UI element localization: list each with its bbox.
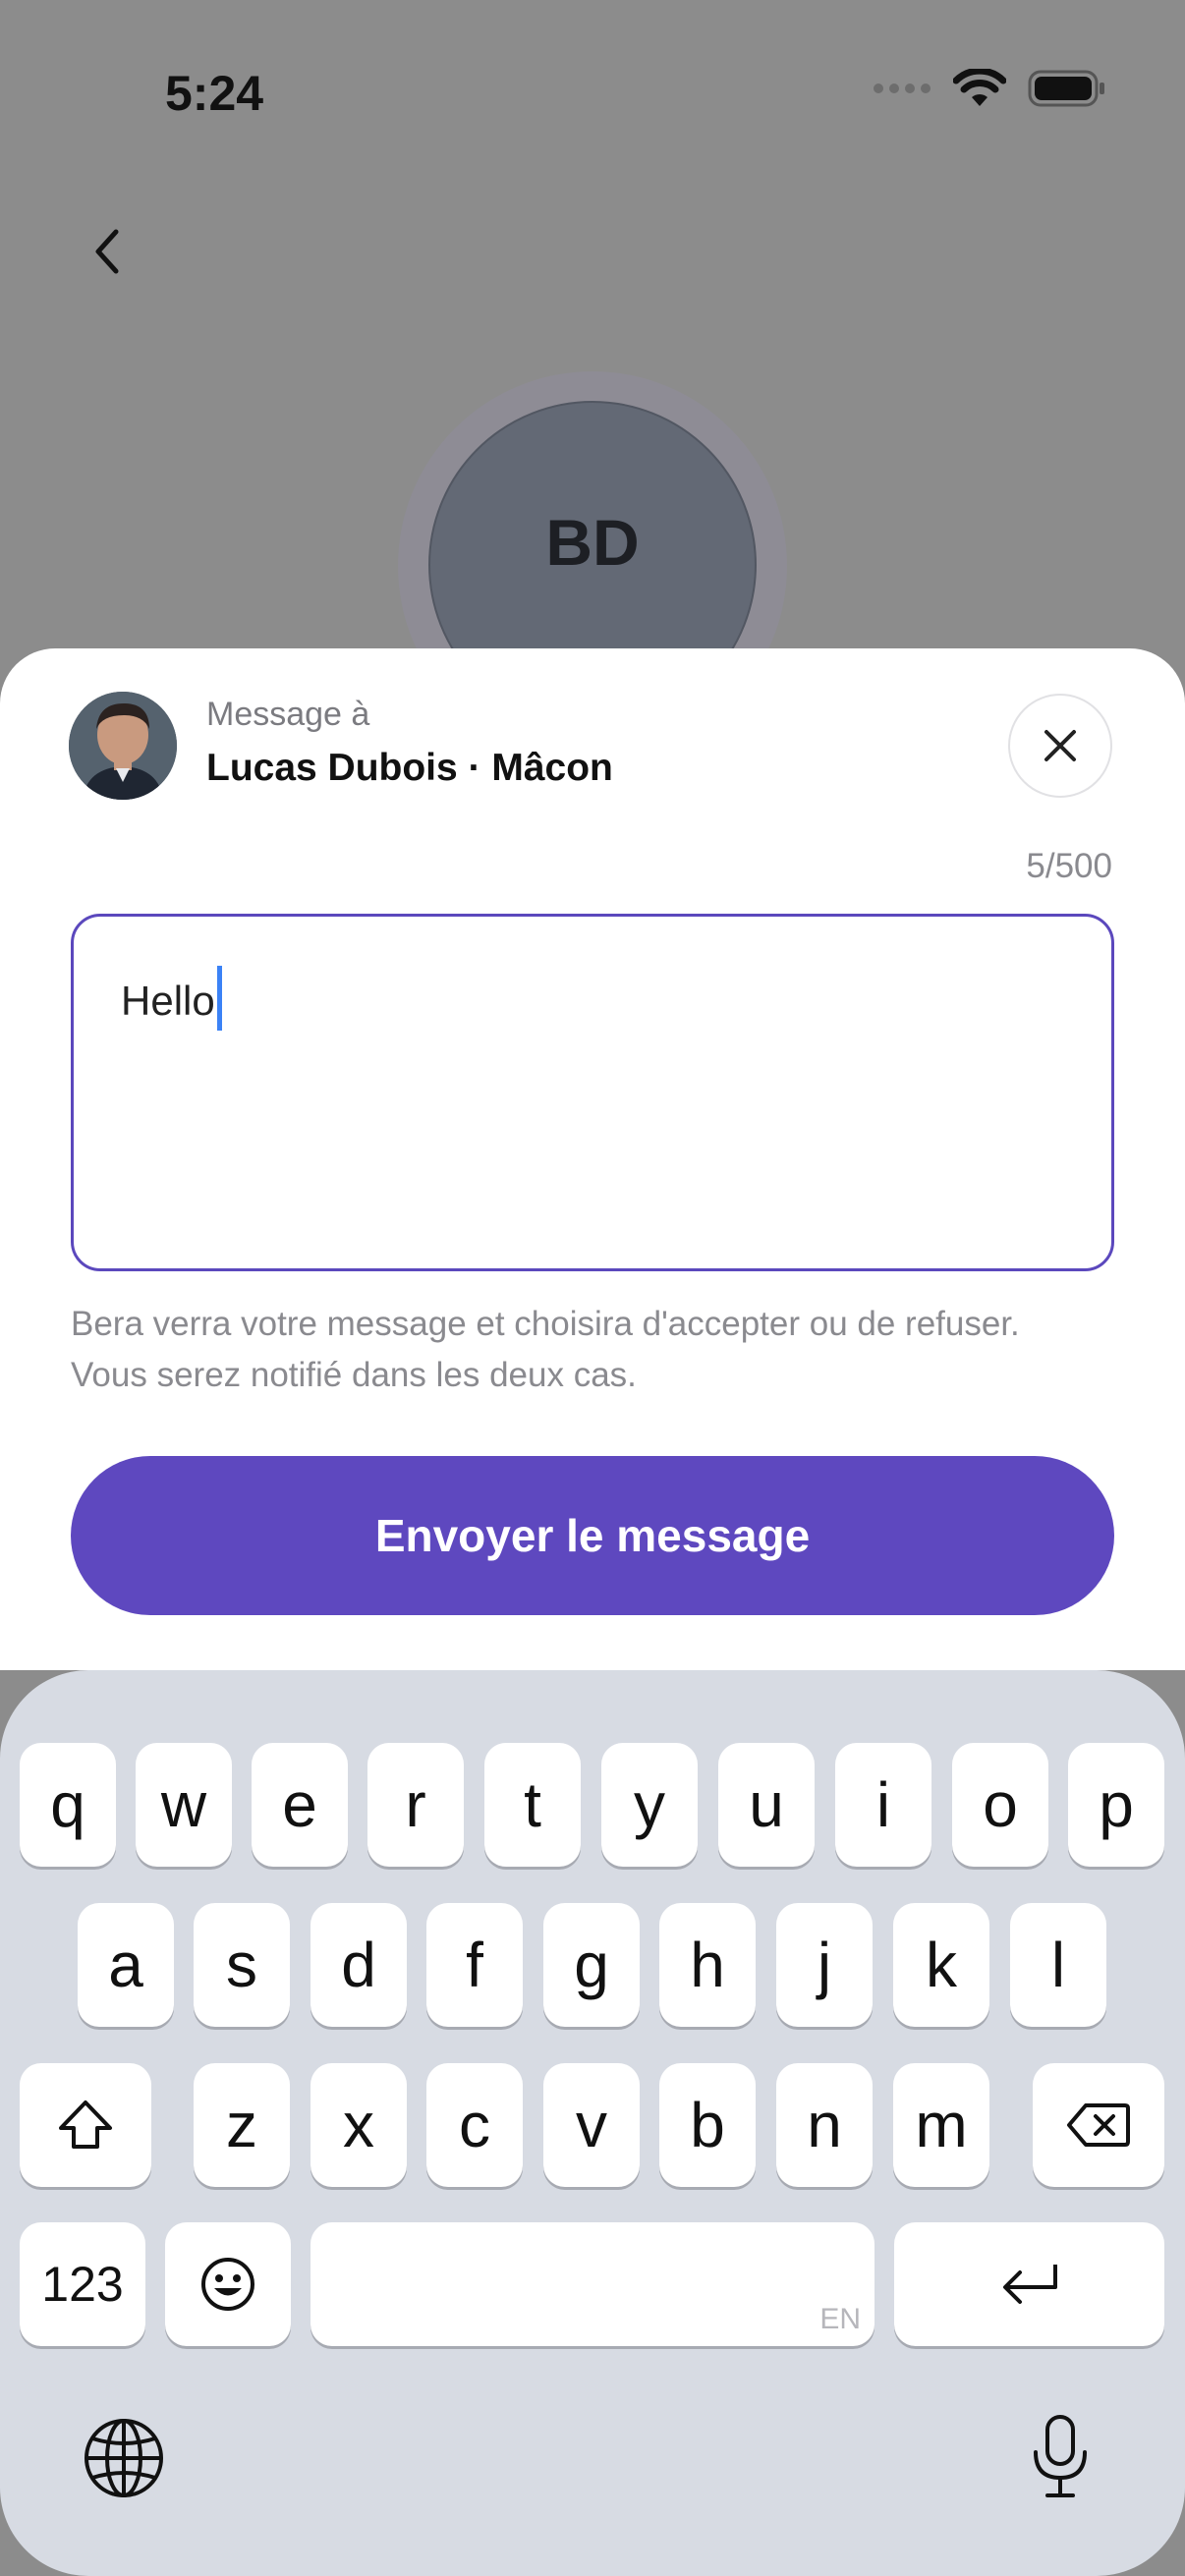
delete-icon [1067, 2103, 1130, 2147]
key-e[interactable]: e [252, 1743, 348, 1867]
sender-name: Lucas Dubois · Mâcon [206, 747, 613, 789]
hint-line-1: Bera verra votre message et choisira d'a… [71, 1305, 1020, 1343]
back-button[interactable] [85, 222, 134, 281]
keyboard: q w e r t y u i o p a s d f g h j k l z … [0, 1670, 1185, 2576]
hint-text: Bera verra votre message et choisira d'a… [71, 1299, 1132, 1401]
key-h[interactable]: h [659, 1903, 756, 2027]
wifi-icon [953, 69, 1006, 106]
key-g[interactable]: g [543, 1903, 640, 2027]
key-s[interactable]: s [194, 1903, 290, 2027]
sender-avatar [69, 692, 177, 800]
message-input[interactable]: Hello [71, 914, 1114, 1271]
key-i[interactable]: i [835, 1743, 931, 1867]
return-icon [1002, 2265, 1057, 2304]
emoji-icon [201, 2258, 254, 2311]
status-icons [873, 69, 1106, 108]
key-r[interactable]: r [367, 1743, 464, 1867]
key-v[interactable]: v [543, 2063, 640, 2187]
key-y[interactable]: y [601, 1743, 698, 1867]
key-o[interactable]: o [952, 1743, 1048, 1867]
send-message-button[interactable]: Envoyer le message [71, 1456, 1114, 1615]
key-l[interactable]: l [1010, 1903, 1106, 2027]
delete-key[interactable] [1033, 2063, 1164, 2187]
hint-line-2: Vous serez notifié dans les deux cas. [71, 1356, 637, 1394]
language-label: EN [819, 2303, 861, 2335]
back-chevron-icon [95, 229, 119, 274]
microphone-button[interactable] [1026, 2413, 1095, 2506]
key-w[interactable]: w [136, 1743, 232, 1867]
key-p[interactable]: p [1068, 1743, 1164, 1867]
key-a[interactable]: a [78, 1903, 174, 2027]
key-b[interactable]: b [659, 2063, 756, 2187]
key-d[interactable]: d [310, 1903, 407, 2027]
key-u[interactable]: u [718, 1743, 815, 1867]
sender-subtitle: Message à [206, 696, 370, 733]
shift-key[interactable] [20, 2063, 151, 2187]
close-icon [1044, 730, 1076, 761]
key-z[interactable]: z [194, 2063, 290, 2187]
profile-initials: BD [545, 506, 640, 579]
space-key[interactable]: EN [310, 2222, 875, 2346]
key-c[interactable]: c [426, 2063, 523, 2187]
key-n[interactable]: n [776, 2063, 873, 2187]
return-key[interactable] [894, 2222, 1164, 2346]
key-f[interactable]: f [426, 1903, 523, 2027]
key-t[interactable]: t [484, 1743, 581, 1867]
globe-icon [85, 2419, 163, 2497]
key-m[interactable]: m [893, 2063, 989, 2187]
key-x[interactable]: x [310, 2063, 407, 2187]
signal-icon [874, 84, 931, 93]
globe-button[interactable] [83, 2417, 165, 2504]
emoji-key[interactable] [165, 2222, 291, 2346]
text-caret [216, 966, 222, 1031]
microphone-icon [1034, 2415, 1087, 2497]
key-j[interactable]: j [776, 1903, 873, 2027]
status-time: 5:24 [165, 66, 264, 121]
shift-icon [59, 2100, 112, 2149]
message-input-value: Hello [121, 978, 215, 1025]
numbers-key[interactable]: 123 [20, 2222, 145, 2346]
close-button[interactable] [1008, 694, 1112, 798]
key-q[interactable]: q [20, 1743, 116, 1867]
battery-icon [1028, 70, 1104, 107]
key-k[interactable]: k [893, 1903, 989, 2027]
character-counter: 5/500 [1026, 847, 1112, 885]
